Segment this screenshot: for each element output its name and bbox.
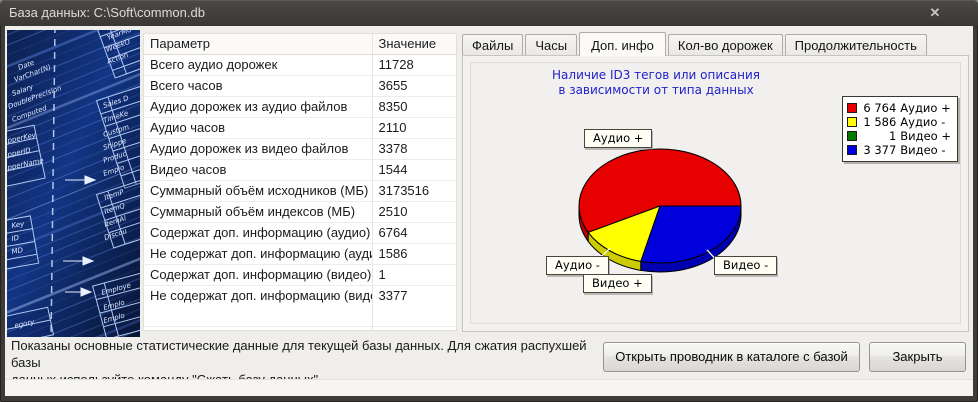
tab-5[interactable]: Продолжительность <box>785 34 927 55</box>
legend-item-3: 1 Видео + <box>847 129 951 142</box>
slice-label-audio-minus: Аудио - <box>546 256 609 275</box>
chart-title-line1: Наличие ID3 тегов или описания <box>471 68 841 83</box>
value-cell: 2510 <box>372 201 456 222</box>
tab-4[interactable]: Кол-во дорожек <box>668 34 783 55</box>
close-icon[interactable]: ✕ <box>922 3 948 23</box>
param-cell: Суммарный объём индексов (МБ) <box>144 201 372 222</box>
legend-label: Видео - <box>900 143 945 157</box>
value-cell: 3378 <box>372 138 456 159</box>
table-row[interactable]: Не содержат доп. информацию (аудио)1586 <box>144 243 456 264</box>
table-row[interactable]: Аудио дорожек из видео файлов3378 <box>144 138 456 159</box>
chart-area: Наличие ID3 тегов или описания в зависим… <box>470 62 961 324</box>
column-header-param[interactable]: Параметр <box>144 34 372 54</box>
value-cell: 3173516 <box>372 180 456 201</box>
param-cell: Видео часов <box>144 159 372 180</box>
legend-item-2: 1 586 Аудио - <box>847 115 951 128</box>
slice-label-video-plus: Видео + <box>583 274 652 293</box>
legend-swatch <box>847 117 857 127</box>
title-bar[interactable]: База данных: C:\Soft\common.db ✕ <box>0 0 978 26</box>
table-row[interactable]: Суммарный объём исходников (МБ)3173516 <box>144 180 456 201</box>
value-cell: 3655 <box>372 75 456 96</box>
value-cell: 11728 <box>372 54 456 75</box>
value-cell: 1586 <box>372 243 456 264</box>
legend-swatch <box>847 131 857 141</box>
column-header-value[interactable]: Значение <box>372 34 456 54</box>
param-cell: Не содержат доп. информацию (видео) <box>144 285 372 306</box>
table-row[interactable]: Суммарный объём индексов (МБ)2510 <box>144 201 456 222</box>
value-cell: 6764 <box>372 222 456 243</box>
legend-item-4: 3 377 Видео - <box>847 143 951 156</box>
legend-value: 1 586 <box>861 115 896 129</box>
footer-strip <box>5 379 973 396</box>
param-cell: Аудио часов <box>144 117 372 138</box>
param-cell: Аудио дорожек из аудио файлов <box>144 96 372 117</box>
param-cell: Суммарный объём исходников (МБ) <box>144 180 372 201</box>
value-cell: 1544 <box>372 159 456 180</box>
stats-table-body: Всего аудио дорожек11728Всего часов3655А… <box>144 54 456 306</box>
legend-value: 1 <box>861 129 896 143</box>
param-cell: Всего часов <box>144 75 372 96</box>
database-schema-image: YearMoWeekOActionDateVarChar(N)SalaryDou… <box>7 30 140 337</box>
table-row[interactable]: Аудио дорожек из аудио файлов8350 <box>144 96 456 117</box>
param-cell: Всего аудио дорожек <box>144 54 372 75</box>
param-cell: Содержат доп. информацию (аудио) <box>144 222 372 243</box>
open-explorer-button[interactable]: Открыть проводник в каталоге с базой <box>603 342 860 372</box>
dialog-window: База данных: C:\Soft\common.db ✕ <box>0 0 978 402</box>
table-row[interactable]: Содержат доп. информацию (видео)1 <box>144 264 456 285</box>
table-row[interactable]: Содержат доп. информацию (аудио)6764 <box>144 222 456 243</box>
empty-rows-gridlines <box>144 306 456 330</box>
table-row[interactable]: Всего аудио дорожек11728 <box>144 54 456 75</box>
table-row[interactable]: Не содержат доп. информацию (видео)3377 <box>144 285 456 306</box>
chart-title-line2: в зависимости от типа данных <box>471 83 841 98</box>
status-line1: Показаны основные статистические данные … <box>11 337 611 371</box>
value-cell: 3377 <box>372 285 456 306</box>
tab-bar: ФайлыЧасыДоп. инфоКол-во дорожекПродолжи… <box>462 31 929 55</box>
value-cell: 8350 <box>372 96 456 117</box>
legend-swatch <box>847 103 857 113</box>
tab-panel: Наличие ID3 тегов или описания в зависим… <box>462 55 969 332</box>
window-title: База данных: C:\Soft\common.db <box>9 5 205 20</box>
legend-item-1: 6 764 Аудио + <box>847 101 951 114</box>
slice-label-video-minus: Видео - <box>714 256 777 275</box>
legend-value: 3 377 <box>861 143 896 157</box>
legend-value: 6 764 <box>861 101 896 115</box>
chart-legend: 6 764 Аудио + 1 586 Аудио - 1 Видео + 3 377 Вид… <box>842 96 958 162</box>
legend-label: Аудио - <box>900 115 945 129</box>
slice-label-audio-plus: Аудио + <box>584 129 652 148</box>
table-row[interactable]: Аудио часов2110 <box>144 117 456 138</box>
close-button[interactable]: Закрыть <box>869 342 966 372</box>
chart-title: Наличие ID3 тегов или описания в зависим… <box>471 68 841 98</box>
param-cell: Не содержат доп. информацию (аудио) <box>144 243 372 264</box>
table-header-row: Параметр Значение <box>144 34 456 54</box>
param-cell: Содержат доп. информацию (видео) <box>144 264 372 285</box>
table-row[interactable]: Видео часов1544 <box>144 159 456 180</box>
value-cell: 1 <box>372 264 456 285</box>
legend-label: Видео + <box>900 129 951 143</box>
legend-swatch <box>847 145 857 155</box>
stats-table: Параметр Значение Всего аудио дорожек117… <box>143 33 457 331</box>
tab-3[interactable]: Доп. инфо <box>579 32 666 56</box>
tab-1[interactable]: Файлы <box>462 34 523 55</box>
value-cell: 2110 <box>372 117 456 138</box>
param-cell: Аудио дорожек из видео файлов <box>144 138 372 159</box>
legend-label: Аудио + <box>900 101 950 115</box>
client-area: YearMoWeekOActionDateVarChar(N)SalaryDou… <box>5 26 973 396</box>
table-row[interactable]: Всего часов3655 <box>144 75 456 96</box>
tab-2[interactable]: Часы <box>525 34 577 55</box>
